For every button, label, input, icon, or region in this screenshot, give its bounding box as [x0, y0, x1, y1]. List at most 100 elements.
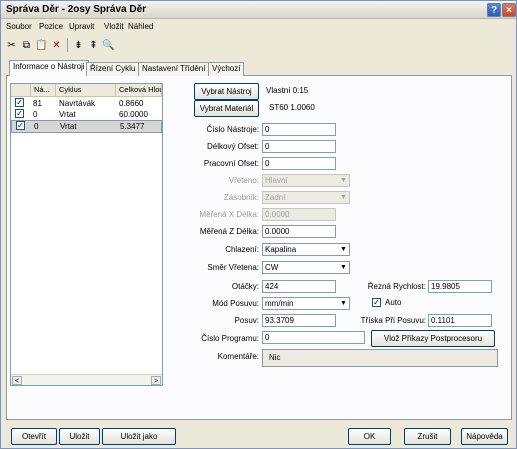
- cancel-button[interactable]: Zrušit: [404, 428, 451, 445]
- column-header-number[interactable]: Ná...: [31, 84, 56, 97]
- feed-field[interactable]: 93.3709: [262, 314, 336, 327]
- cut-icon[interactable]: ✂: [4, 37, 19, 53]
- measured-x-field: 0.0000: [262, 208, 336, 221]
- coolant-label: Chlazení:: [225, 245, 259, 254]
- work-offset-label: Pracovní Ofset:: [203, 159, 259, 168]
- menu-nahled[interactable]: Náhled: [128, 22, 153, 31]
- feed-mode-select[interactable]: mm/min ▼: [262, 297, 350, 310]
- select-material-button[interactable]: Vybrat Materiál: [194, 100, 259, 117]
- tab-defaults[interactable]: Výchozí: [208, 62, 245, 76]
- tab-sort-settings[interactable]: Nastavení Třídění: [138, 62, 210, 76]
- feed-mode-value: mm/min: [265, 299, 294, 308]
- insert-after-icon[interactable]: ⇞: [86, 37, 101, 53]
- window-title: Správa Děr - 2osy Správa Děr: [6, 4, 147, 15]
- comment-field[interactable]: Nic: [262, 349, 498, 367]
- close-title-button[interactable]: ×: [502, 3, 516, 17]
- material-name: ST60 1.0060: [269, 103, 315, 112]
- list-row[interactable]: ✓ 0 Vrtat 60.0000: [11, 109, 162, 120]
- chevron-down-icon: ▼: [340, 177, 347, 184]
- save-button[interactable]: Uložit: [59, 428, 100, 445]
- chevron-down-icon[interactable]: ▼: [338, 262, 349, 273]
- row-cycle: Navrtávák: [59, 99, 96, 108]
- cutting-speed-field[interactable]: 19.9805: [428, 280, 492, 293]
- auto-checkbox[interactable]: ✓: [372, 298, 381, 307]
- rpm-field[interactable]: 424: [262, 280, 336, 293]
- scroll-right-icon[interactable]: >: [151, 376, 161, 385]
- row-cycle: Vrtat: [59, 110, 76, 119]
- scroll-left-icon[interactable]: <: [12, 376, 22, 385]
- feed-label: Posuv:: [234, 316, 259, 325]
- menu-upravit[interactable]: Upravit: [69, 22, 94, 31]
- row-checkbox[interactable]: ✓: [15, 109, 24, 118]
- menu-vlozit[interactable]: Vložit: [104, 22, 124, 31]
- row-number: 0: [33, 110, 38, 119]
- row-checkbox[interactable]: ✓: [15, 98, 24, 107]
- work-offset-field[interactable]: 0: [262, 157, 336, 170]
- toolbar-separator: [67, 38, 68, 52]
- spindle-value: Hlavní: [265, 176, 288, 185]
- row-depth: 5.3477: [120, 122, 145, 131]
- row-number: 81: [33, 99, 42, 108]
- program-number-label: Číslo Programu:: [201, 334, 259, 343]
- spindle-direction-value: CW: [265, 263, 279, 272]
- magazine-label: Zásobník:: [223, 193, 259, 202]
- dialog-window: Správa Děr - 2osy Správa Děr ? × Soubor …: [0, 0, 517, 449]
- program-number-field[interactable]: 0: [262, 331, 365, 344]
- rpm-label: Otáčky:: [231, 282, 259, 291]
- row-checkbox[interactable]: ✓: [16, 121, 25, 130]
- length-offset-label: Délkový Ofset:: [206, 142, 259, 151]
- list-row[interactable]: ✓ 81 Navrtávák 0.8660: [11, 98, 162, 109]
- title-bar: Správa Děr - 2osy Správa Děr ? ×: [1, 1, 516, 19]
- delete-icon[interactable]: ✕: [49, 37, 64, 53]
- tab-cycle-control[interactable]: Řízení Cyklu: [86, 62, 140, 76]
- insert-before-icon[interactable]: ⇟: [71, 37, 86, 53]
- ok-button[interactable]: OK: [348, 428, 391, 445]
- tool-name: Vlastní 0:15: [266, 86, 309, 95]
- row-depth: 60.0000: [119, 110, 148, 119]
- row-depth: 0.8660: [119, 99, 144, 108]
- auto-label: Auto: [385, 298, 402, 307]
- measured-z-field[interactable]: 0.0000: [262, 225, 336, 238]
- magazine-value: Zadní: [265, 193, 286, 202]
- spindle-select: Hlavní ▼: [262, 174, 350, 187]
- help-title-button[interactable]: ?: [487, 3, 501, 17]
- comment-label: Komentáře:: [217, 352, 259, 361]
- select-tool-button[interactable]: Vybrat Nástroj: [194, 83, 259, 100]
- spindle-label: Vřeteno:: [228, 176, 259, 185]
- chip-per-feed-label: Tříska Při Posuvu:: [360, 316, 426, 325]
- save-as-button[interactable]: Uložit jako: [102, 428, 176, 445]
- column-header-depth[interactable]: Celková Hlou: [116, 84, 162, 97]
- spindle-direction-select[interactable]: CW ▼: [262, 261, 350, 274]
- chevron-down-icon: ▼: [340, 194, 347, 201]
- row-cycle: Vrtat: [60, 122, 77, 131]
- menu-pozice[interactable]: Pozice: [39, 22, 63, 31]
- length-offset-field[interactable]: 0: [262, 140, 336, 153]
- preview-icon[interactable]: 🔍: [101, 37, 116, 53]
- copy-icon[interactable]: ⧉: [19, 37, 34, 53]
- insert-postprocessor-button[interactable]: Vlož Příkazy Postprocesoru: [371, 330, 495, 347]
- chevron-down-icon[interactable]: ▼: [338, 244, 349, 255]
- tool-number-field[interactable]: 0: [262, 123, 336, 136]
- row-number: 0: [34, 122, 39, 131]
- magazine-select: Zadní ▼: [262, 191, 350, 204]
- chevron-down-icon[interactable]: ▼: [338, 298, 349, 309]
- column-header-cycle[interactable]: Cyklus: [56, 84, 116, 97]
- help-button[interactable]: Nápověda: [461, 428, 508, 445]
- tab-tool-info[interactable]: Informace o Nástroji: [9, 60, 89, 76]
- list-row-selected[interactable]: ✓ 0 Vrtat 5.3477: [11, 120, 162, 133]
- horizontal-scrollbar[interactable]: < >: [11, 374, 162, 385]
- tool-number-label: Číslo Nástroje:: [206, 125, 259, 134]
- open-button[interactable]: Otevřít: [11, 428, 57, 445]
- hole-list[interactable]: Ná... Cyklus Celková Hlou ✓ 81 Navrtávák…: [10, 83, 163, 386]
- coolant-select[interactable]: Kapalina ▼: [262, 243, 350, 256]
- paste-icon[interactable]: 📋: [34, 37, 49, 53]
- measured-x-label: Měřená X Délka:: [199, 210, 259, 219]
- column-header-check[interactable]: [11, 84, 31, 97]
- spindle-direction-label: Směr Vřetena:: [207, 263, 259, 272]
- measured-z-label: Měřená Z Délka:: [199, 227, 259, 236]
- menu-soubor[interactable]: Soubor: [6, 22, 32, 31]
- chip-per-feed-field[interactable]: 0.1101: [428, 314, 492, 327]
- menu-bar: Soubor Pozice Upravit Vložit Náhled: [1, 20, 516, 34]
- cutting-speed-label: Řezná Rychlost:: [367, 282, 426, 291]
- coolant-value: Kapalina: [265, 245, 297, 254]
